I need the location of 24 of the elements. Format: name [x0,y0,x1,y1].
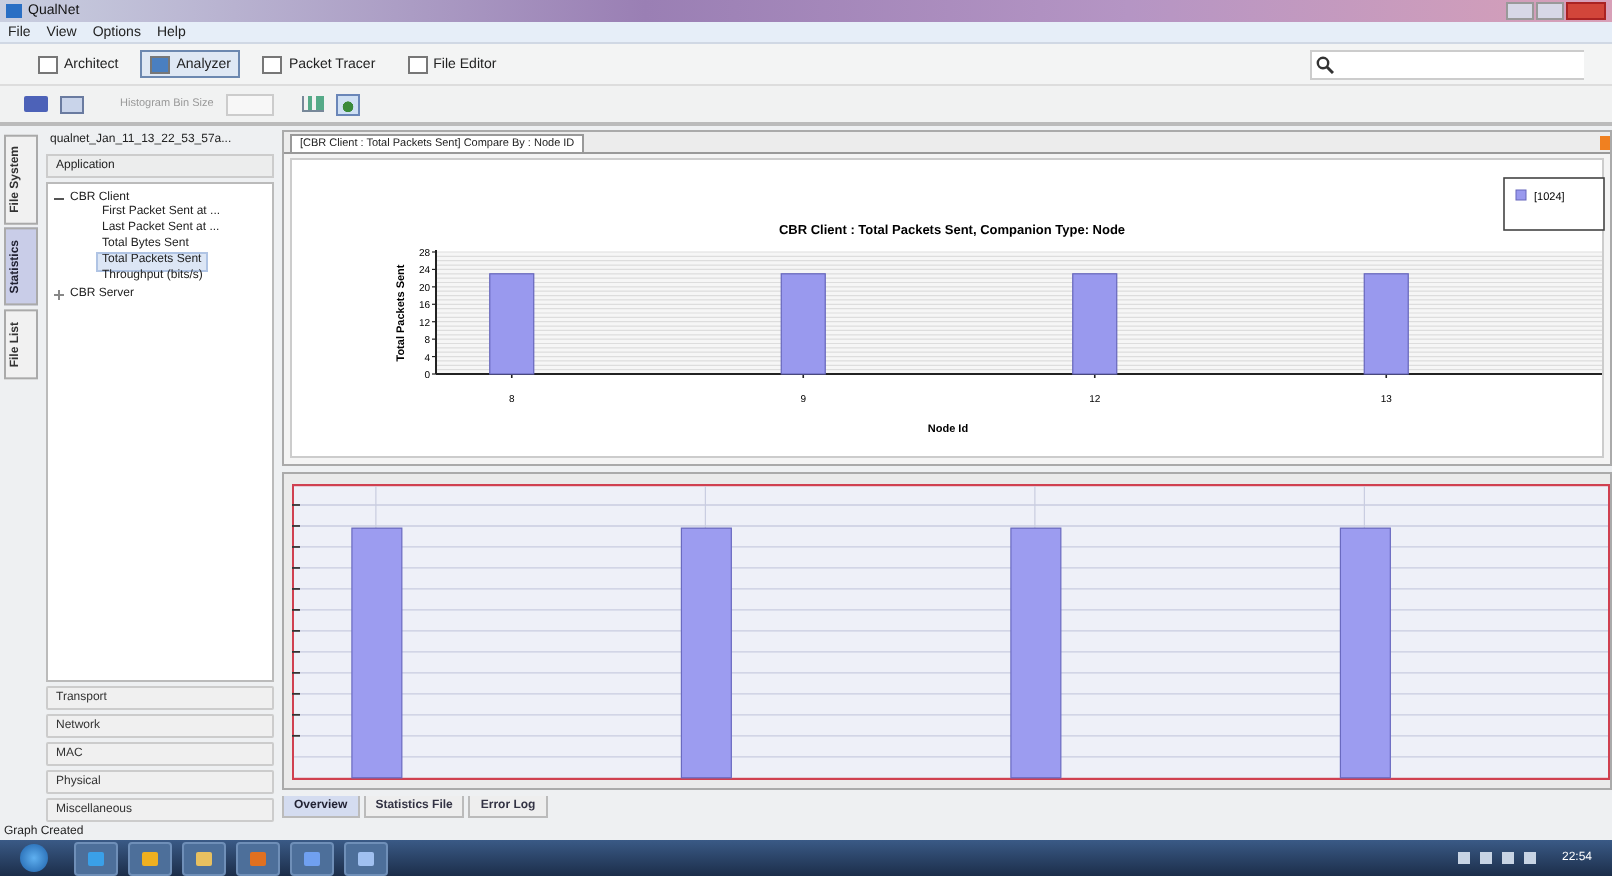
bar [489,273,535,375]
start-button[interactable] [20,844,48,872]
app-icon [6,4,22,18]
bar [780,273,826,375]
legend-swatch [1515,189,1527,201]
y-axis [431,249,437,375]
taskbar-app-icon[interactable] [182,841,226,875]
expander-icon[interactable] [54,289,64,299]
bin-size-field[interactable] [225,93,274,115]
window-icon[interactable] [60,95,84,113]
bar [1363,273,1409,375]
bar [1072,273,1118,375]
taskbar-app-icon[interactable] [128,841,172,875]
expander-icon[interactable] [54,193,64,203]
taskbar-app-icon[interactable] [290,841,334,875]
maximize-button[interactable] [1536,2,1564,20]
picture-icon[interactable] [335,93,360,115]
search-field[interactable] [1310,49,1584,79]
taskbar-app-icon[interactable] [236,841,280,875]
taskbar-app-icon[interactable] [344,841,388,875]
taskbar-app-icon[interactable] [74,841,118,875]
search-icon [1316,55,1334,73]
minimize-button[interactable] [1506,2,1534,20]
chart-icon[interactable] [301,96,324,112]
